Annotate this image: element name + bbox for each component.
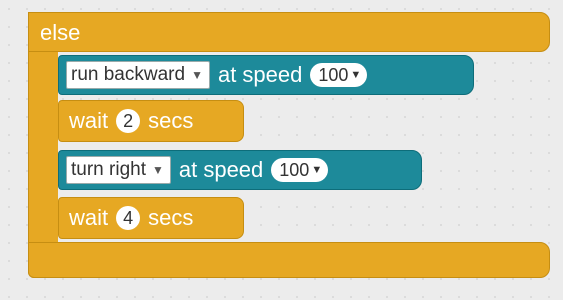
turn-motor-block[interactable]: turn right ▼ at speed 100 ▼	[58, 150, 422, 190]
speed-input[interactable]: 100 ▼	[310, 63, 368, 87]
dropdown-arrow-icon: ▼	[191, 68, 203, 82]
direction-dropdown[interactable]: turn right ▼	[66, 156, 171, 184]
secs-label: secs	[148, 205, 194, 230]
wait-label: wait	[69, 205, 109, 230]
else-label: else	[40, 20, 81, 45]
wait-block[interactable]: wait 2 secs	[58, 100, 244, 142]
direction-value: run backward	[71, 64, 186, 85]
run-motor-block[interactable]: run backward ▼ at speed 100 ▼	[58, 55, 474, 95]
speed-value: 100	[318, 64, 349, 85]
else-block-header[interactable]	[28, 12, 550, 52]
direction-dropdown[interactable]: run backward ▼	[66, 61, 210, 89]
secs-label: secs	[148, 108, 194, 133]
dropdown-arrow-icon: ▼	[311, 164, 323, 176]
at-speed-label: at speed	[217, 62, 303, 87]
speed-input[interactable]: 100 ▼	[271, 158, 329, 182]
direction-value: turn right	[71, 159, 146, 180]
wait-block[interactable]: wait 4 secs	[58, 197, 244, 239]
wait-seconds-input[interactable]: 4	[116, 206, 141, 230]
speed-value: 100	[279, 159, 310, 180]
wait-seconds-input[interactable]: 2	[116, 109, 141, 133]
else-block-footer[interactable]	[28, 242, 550, 278]
dropdown-arrow-icon: ▼	[151, 163, 164, 177]
dropdown-arrow-icon: ▼	[350, 69, 362, 81]
wait-label: wait	[69, 108, 109, 133]
at-speed-label: at speed	[178, 157, 264, 182]
